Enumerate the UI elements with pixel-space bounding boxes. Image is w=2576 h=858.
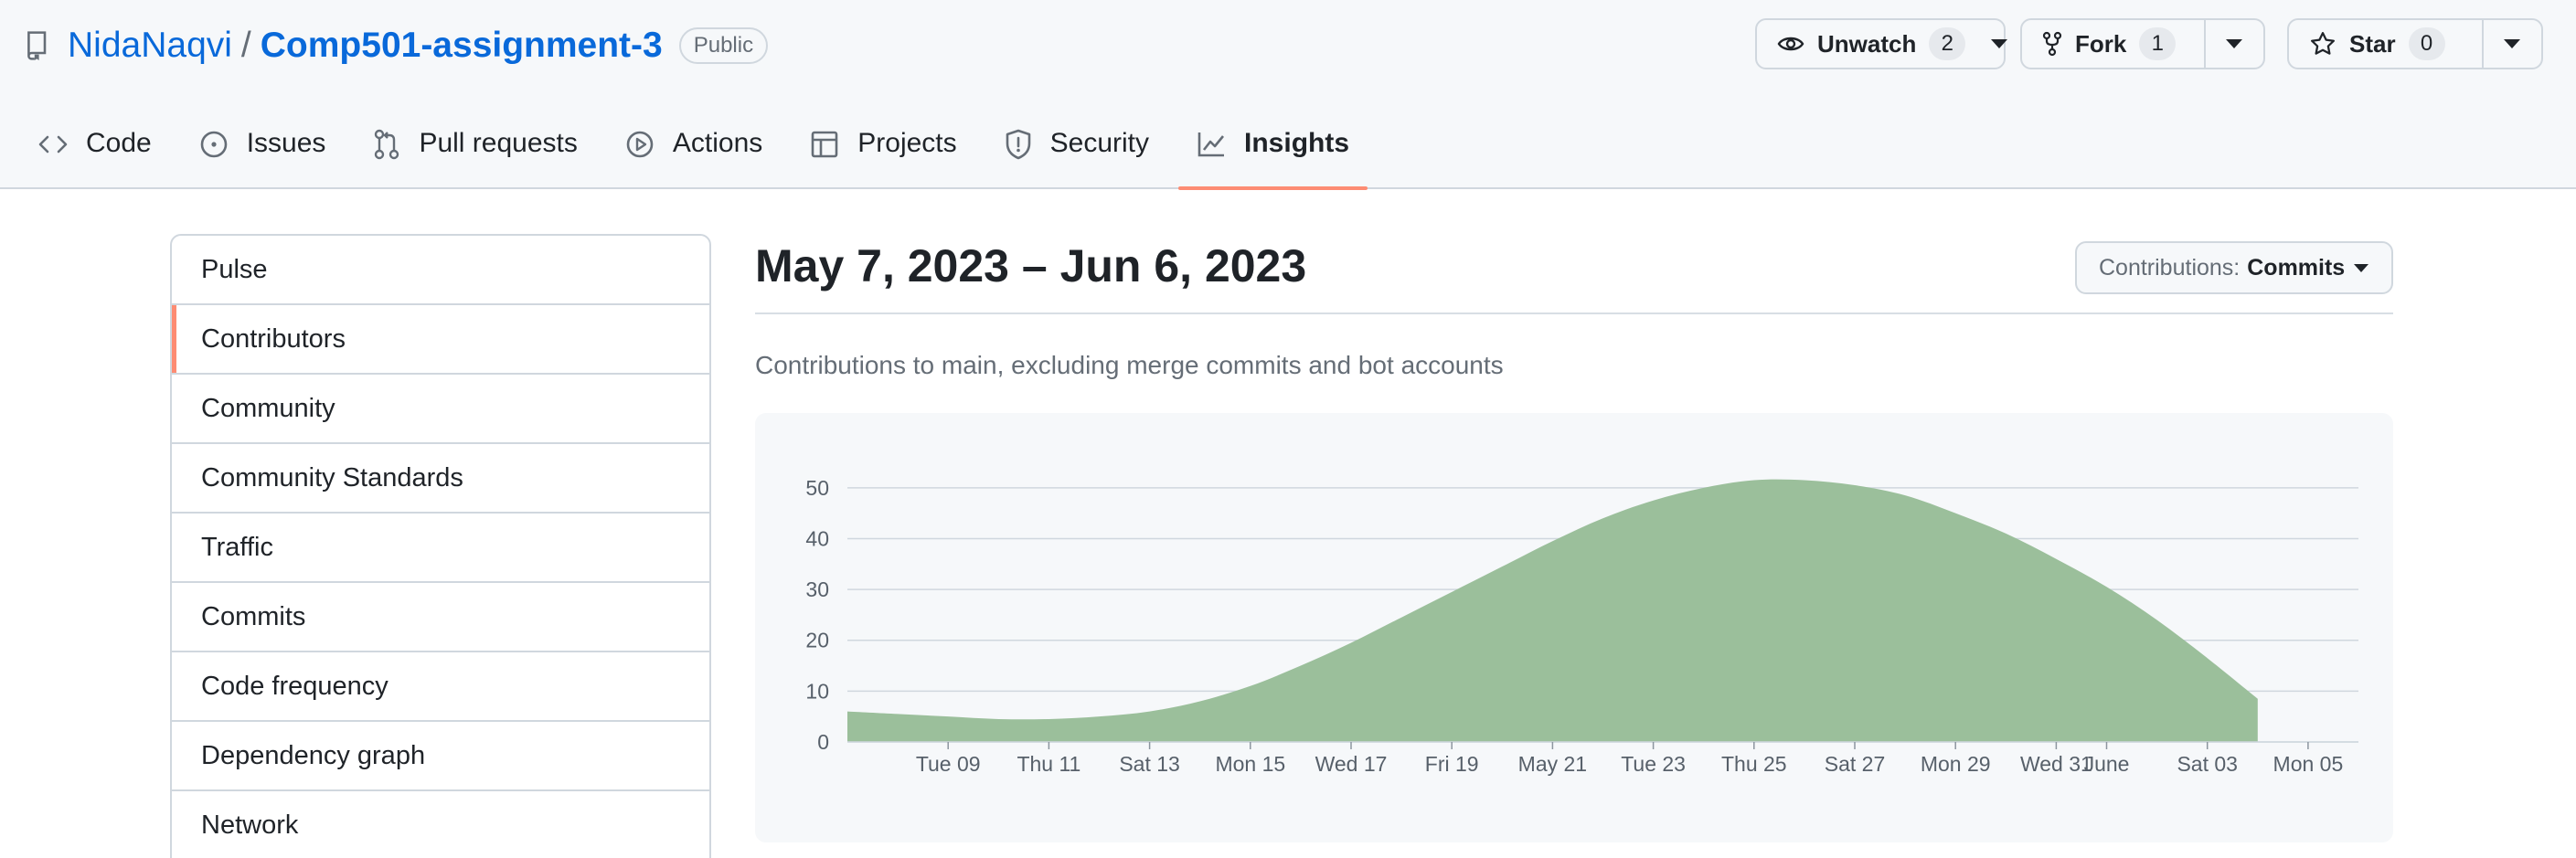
x-tick-label: Sat 03 xyxy=(2177,752,2238,776)
contributions-type-select[interactable]: Contributions: Commits xyxy=(2075,241,2393,294)
chevron-down-icon xyxy=(2354,263,2369,272)
x-tick-label: Mon 15 xyxy=(1215,752,1285,776)
heading-divider xyxy=(755,312,2393,314)
insights-sidebar-menu: Pulse Contributors Community Community S… xyxy=(170,234,711,858)
select-value: Commits xyxy=(2247,254,2346,281)
y-tick-label: 10 xyxy=(805,679,829,703)
y-tick-label: 50 xyxy=(805,476,829,500)
sidebar-item-community[interactable]: Community xyxy=(172,375,709,444)
tab-label: Projects xyxy=(857,128,957,158)
contributions-chart: 0 10 20 30 40 50 Tue 09 Thu 11 Sat 13 Mon 15 Wed 1… xyxy=(755,413,2393,842)
fork-label: Fork xyxy=(2075,29,2127,58)
x-tick-label: Fri 19 xyxy=(1425,752,1479,776)
tab-label: Pull requests xyxy=(419,128,578,158)
tab-issues[interactable]: Issues xyxy=(181,111,345,190)
repo-title: NidaNaqvi / Comp501-assignment-3 Public xyxy=(26,18,769,73)
repo-icon xyxy=(26,30,53,61)
contributions-chart-svg: 0 10 20 30 40 50 Tue 09 Thu 11 Sat 13 Mon 15 Wed 1… xyxy=(805,476,2358,776)
shield-icon xyxy=(1005,128,1032,161)
fork-button-group[interactable]: Fork 1 xyxy=(2020,18,2265,69)
date-range-heading: May 7, 2023 – Jun 6, 2023 xyxy=(755,240,1307,291)
repo-header: NidaNaqvi / Comp501-assignment-3 Public … xyxy=(0,0,2576,190)
tab-projects[interactable]: Projects xyxy=(792,111,974,190)
chevron-down-icon[interactable] xyxy=(1991,39,2008,48)
fork-icon xyxy=(2042,31,2062,57)
sidebar-item-network[interactable]: Network xyxy=(172,791,709,858)
x-tick-label: Mon 05 xyxy=(2273,752,2344,776)
star-label: Star xyxy=(2349,29,2396,58)
issue-icon xyxy=(199,128,229,161)
tab-label: Code xyxy=(86,128,152,158)
chevron-down-icon xyxy=(2226,39,2243,48)
eye-icon xyxy=(1777,34,1804,54)
table-icon xyxy=(810,128,839,161)
select-prefix: Contributions: xyxy=(2099,254,2241,281)
star-button-group[interactable]: Star 0 xyxy=(2287,18,2543,69)
sidebar-item-commits[interactable]: Commits xyxy=(172,583,709,652)
x-tick-label: Tue 09 xyxy=(916,752,981,776)
y-tick-label: 20 xyxy=(805,629,829,652)
stars-count: 0 xyxy=(2408,27,2445,60)
tab-label: Insights xyxy=(1244,128,1350,158)
repo-separator: / xyxy=(240,26,251,65)
x-tick-label: Thu 11 xyxy=(1017,752,1080,776)
y-tick-label: 30 xyxy=(805,577,829,601)
tab-actions[interactable]: Actions xyxy=(607,111,781,190)
visibility-badge: Public xyxy=(678,27,769,64)
unwatch-main[interactable]: Unwatch 2 xyxy=(1757,20,1978,68)
fork-button[interactable]: Fork 1 xyxy=(2022,20,2204,68)
tab-code[interactable]: Code xyxy=(20,111,170,190)
tab-insights[interactable]: Insights xyxy=(1178,111,1368,190)
tab-security[interactable]: Security xyxy=(986,111,1167,190)
repo-owner-link[interactable]: NidaNaqvi xyxy=(68,26,232,66)
commits-area xyxy=(847,479,2258,742)
sidebar-item-contributors[interactable]: Contributors xyxy=(172,305,709,375)
sidebar-item-dependency-graph[interactable]: Dependency graph xyxy=(172,722,709,791)
fork-dropdown-button[interactable] xyxy=(2203,20,2263,68)
x-tick-label: Tue 23 xyxy=(1621,752,1686,776)
x-tick-label: Thu 25 xyxy=(1721,752,1787,776)
star-dropdown-button[interactable] xyxy=(2481,20,2541,68)
sidebar-item-code-frequency[interactable]: Code frequency xyxy=(172,652,709,722)
watchers-count: 2 xyxy=(1929,27,1966,60)
code-icon xyxy=(38,128,68,161)
tab-label: Actions xyxy=(672,128,763,158)
contributions-description: Contributions to main, excluding merge c… xyxy=(755,351,1504,379)
repo-name-link[interactable]: Comp501-assignment-3 xyxy=(261,26,663,66)
github-insights-page: NidaNaqvi / Comp501-assignment-3 Public … xyxy=(0,0,2576,858)
play-icon xyxy=(625,128,655,161)
repo-nav-tabs: Code Issues Pull requests Actions Projec… xyxy=(20,111,1378,190)
x-tick-label: June xyxy=(2084,752,2130,776)
chevron-down-icon xyxy=(2504,39,2521,48)
star-button[interactable]: Star 0 xyxy=(2289,20,2482,68)
sidebar-item-pulse[interactable]: Pulse xyxy=(172,236,709,305)
sidebar-item-community-standards[interactable]: Community Standards xyxy=(172,444,709,514)
x-tick-label: May 21 xyxy=(1518,752,1587,776)
y-tick-label: 0 xyxy=(817,730,829,754)
y-tick-label: 40 xyxy=(805,526,829,550)
sidebar-item-traffic[interactable]: Traffic xyxy=(172,514,709,583)
x-tick-label: Wed 31 xyxy=(2020,752,2092,776)
tab-label: Issues xyxy=(246,128,326,158)
forks-count: 1 xyxy=(2139,27,2177,60)
tab-pull-requests[interactable]: Pull requests xyxy=(355,111,595,190)
unwatch-button[interactable]: Unwatch 2 xyxy=(1755,18,2008,69)
x-tick-label: Mon 29 xyxy=(1921,752,1991,776)
unwatch-label: Unwatch xyxy=(1817,29,1917,58)
graph-icon xyxy=(1197,128,1226,161)
x-tick-label: Sat 13 xyxy=(1119,752,1180,776)
tab-label: Security xyxy=(1049,128,1150,158)
star-icon xyxy=(2309,30,2336,58)
x-tick-label: Wed 17 xyxy=(1315,752,1388,776)
x-tick-label: Sat 27 xyxy=(1825,752,1886,776)
pull-request-icon xyxy=(373,128,400,161)
